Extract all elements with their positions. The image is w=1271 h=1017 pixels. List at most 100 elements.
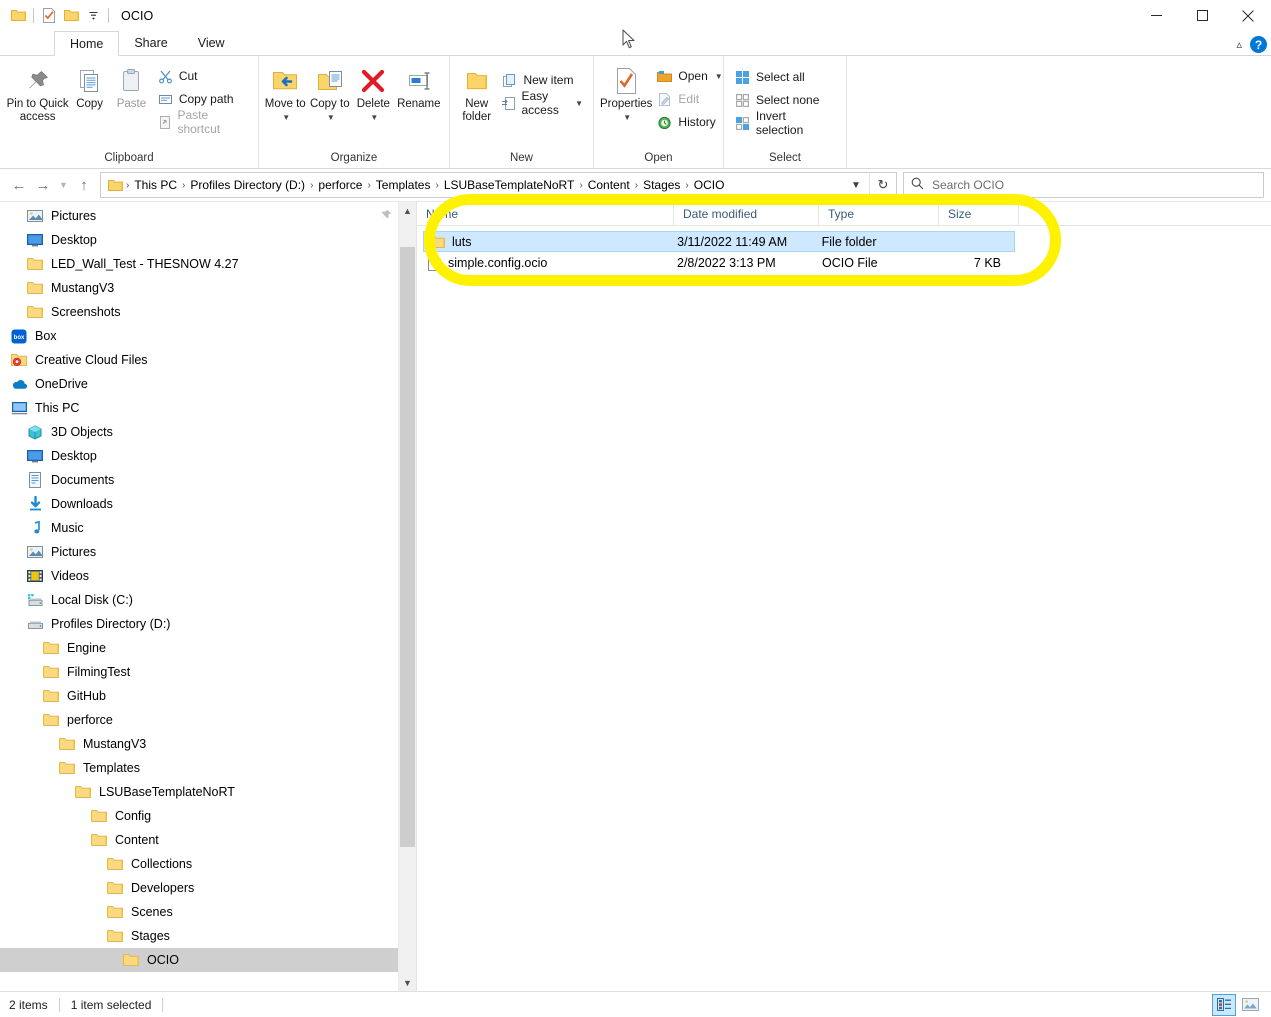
search-box[interactable] bbox=[903, 172, 1264, 198]
up-button[interactable]: ↑ bbox=[72, 173, 96, 197]
chevron-down-icon[interactable]: ▼ bbox=[327, 111, 335, 124]
folder-icon[interactable] bbox=[7, 5, 29, 27]
chevron-down-icon[interactable]: ▼ bbox=[843, 174, 869, 196]
select-none-button[interactable]: Select none bbox=[730, 89, 840, 111]
large-icons-view-button[interactable] bbox=[1239, 995, 1261, 1015]
column-header-name[interactable]: Name bbox=[417, 202, 674, 225]
breadcrumb-item-templates[interactable]: Templates bbox=[372, 178, 435, 192]
sidebar-item-content[interactable]: Content bbox=[0, 828, 398, 852]
sidebar-item-stages[interactable]: Stages bbox=[0, 924, 398, 948]
maximize-button[interactable] bbox=[1179, 0, 1225, 31]
sidebar-item-screenshots[interactable]: Screenshots bbox=[0, 300, 398, 324]
tab-view[interactable]: View bbox=[183, 31, 240, 55]
paste-button[interactable]: Paste bbox=[110, 60, 153, 111]
chevron-down-icon[interactable]: ▼ bbox=[715, 72, 723, 81]
close-button[interactable] bbox=[1225, 0, 1271, 31]
sidebar-item-this-pc[interactable]: This PC bbox=[0, 396, 398, 420]
sidebar-item-engine[interactable]: Engine bbox=[0, 636, 398, 660]
sidebar-item-desktop[interactable]: Desktop bbox=[0, 444, 398, 468]
search-input[interactable] bbox=[930, 177, 1256, 193]
rename-button[interactable]: Rename bbox=[395, 60, 443, 111]
navigation-pane-scrollbar[interactable]: ▲ ▼ bbox=[398, 202, 416, 991]
copy-path-button[interactable]: Copy path bbox=[153, 88, 252, 110]
help-icon[interactable]: ? bbox=[1250, 36, 1267, 53]
breadcrumb-item-content[interactable]: Content bbox=[584, 178, 634, 192]
easy-access-button[interactable]: Easy access ▼ bbox=[497, 89, 587, 117]
sidebar-item-box[interactable]: box Box bbox=[0, 324, 398, 348]
sidebar-item-pictures[interactable]: Pictures bbox=[0, 540, 398, 564]
select-all-button[interactable]: Select all bbox=[730, 66, 840, 88]
collapse-ribbon-icon[interactable]: ▵ bbox=[1236, 38, 1242, 51]
sidebar-item-lsubasetemplatenort[interactable]: LSUBaseTemplateNoRT bbox=[0, 780, 398, 804]
chevron-down-icon[interactable]: ▼ bbox=[370, 111, 378, 124]
sidebar-item-mustangv3[interactable]: MustangV3 bbox=[0, 732, 398, 756]
new-item-button[interactable]: New item bbox=[497, 69, 587, 91]
pin-to-quick-access-button[interactable]: Pin to Quick access bbox=[6, 60, 69, 124]
scroll-up-icon[interactable]: ▲ bbox=[399, 202, 416, 219]
sidebar-item-github[interactable]: GitHub bbox=[0, 684, 398, 708]
paste-shortcut-button[interactable]: Paste shortcut bbox=[153, 108, 252, 136]
properties-check-icon[interactable] bbox=[38, 5, 60, 27]
breadcrumb-item-perforce[interactable]: perforce bbox=[314, 178, 366, 192]
sidebar-item-onedrive[interactable]: OneDrive bbox=[0, 372, 398, 396]
sidebar-item-downloads[interactable]: Downloads bbox=[0, 492, 398, 516]
sidebar-item-ocio[interactable]: OCIO bbox=[0, 948, 398, 972]
table-row[interactable]: simple.config.ocio 2/8/2022 3:13 PM OCIO F… bbox=[423, 252, 1015, 273]
copy-button[interactable]: Copy bbox=[69, 60, 110, 111]
sidebar-item-led-wall-test-thesnow-4-27[interactable]: LED_Wall_Test - THESNOW 4.27 bbox=[0, 252, 398, 276]
breadcrumb-item-lsubasetemplatenort[interactable]: LSUBaseTemplateNoRT bbox=[440, 178, 579, 192]
column-header-date-modified[interactable]: Date modified bbox=[674, 202, 819, 225]
sidebar-item-music[interactable]: Music bbox=[0, 516, 398, 540]
sidebar-item-templates[interactable]: Templates bbox=[0, 756, 398, 780]
breadcrumb-item-stages[interactable]: Stages bbox=[639, 178, 684, 192]
column-header-type[interactable]: Type bbox=[819, 202, 939, 225]
cut-button[interactable]: Cut bbox=[153, 65, 252, 87]
column-header-size[interactable]: Size bbox=[939, 202, 1019, 225]
sidebar-item-creative-cloud-files[interactable]: Creative Cloud Files bbox=[0, 348, 398, 372]
sidebar-item-collections[interactable]: Collections bbox=[0, 852, 398, 876]
new-folder-icon[interactable] bbox=[60, 5, 82, 27]
sidebar-item-filmingtest[interactable]: FilmingTest bbox=[0, 660, 398, 684]
breadcrumb-item-ocio[interactable]: OCIO bbox=[690, 178, 729, 192]
sidebar-item-mustangv3[interactable]: MustangV3 bbox=[0, 276, 398, 300]
sidebar-item-documents[interactable]: Documents bbox=[0, 468, 398, 492]
sidebar-item-scenes[interactable]: Scenes bbox=[0, 900, 398, 924]
delete-button[interactable]: Delete ▼ bbox=[352, 60, 395, 124]
history-button[interactable]: History bbox=[652, 111, 726, 133]
chevron-down-icon[interactable]: ▼ bbox=[282, 111, 290, 124]
sidebar-item-profiles-directory-d[interactable]: Profiles Directory (D:) bbox=[0, 612, 398, 636]
copy-to-button[interactable]: Copy to ▼ bbox=[308, 60, 353, 124]
sidebar-item-local-disk-c[interactable]: Local Disk (C:) bbox=[0, 588, 398, 612]
tab-home[interactable]: Home bbox=[54, 31, 120, 56]
sidebar-item-perforce[interactable]: perforce bbox=[0, 708, 398, 732]
forward-button[interactable]: → bbox=[31, 173, 55, 197]
minimize-button[interactable] bbox=[1133, 0, 1179, 31]
refresh-icon[interactable]: ↻ bbox=[869, 174, 896, 196]
properties-button[interactable]: Properties ▼ bbox=[600, 60, 652, 124]
scroll-down-icon[interactable]: ▼ bbox=[399, 974, 416, 991]
recent-locations-button[interactable]: ▼ bbox=[55, 173, 72, 197]
chevron-down-icon[interactable]: ▼ bbox=[575, 99, 583, 108]
chevron-down-icon[interactable]: ▼ bbox=[623, 111, 631, 124]
sidebar-item-config[interactable]: Config bbox=[0, 804, 398, 828]
breadcrumb-bar[interactable]: › This PC › Profiles Directory (D:) › pe… bbox=[100, 172, 897, 198]
tab-share[interactable]: Share bbox=[119, 31, 182, 55]
breadcrumb-item-profiles-directory[interactable]: Profiles Directory (D:) bbox=[186, 178, 309, 192]
sidebar-item-3d-objects[interactable]: 3D Objects bbox=[0, 420, 398, 444]
sidebar-item-pictures[interactable]: Pictures bbox=[0, 204, 398, 228]
sidebar-item-videos[interactable]: Videos bbox=[0, 564, 398, 588]
customize-qat-chevron-icon[interactable] bbox=[82, 5, 104, 27]
edit-button[interactable]: Edit bbox=[652, 88, 726, 110]
scrollbar-thumb[interactable] bbox=[400, 247, 415, 847]
new-folder-button[interactable]: New folder bbox=[456, 60, 497, 124]
details-view-button[interactable] bbox=[1212, 993, 1236, 1016]
move-to-button[interactable]: Move to ▼ bbox=[263, 60, 308, 124]
breadcrumb-item-this-pc[interactable]: This PC bbox=[130, 178, 181, 192]
table-row[interactable]: luts 3/11/2022 11:49 AM File folder bbox=[423, 231, 1015, 252]
invert-selection-button[interactable]: Invert selection bbox=[730, 109, 840, 137]
sidebar-item-desktop[interactable]: Desktop bbox=[0, 228, 398, 252]
back-button[interactable]: ← bbox=[7, 173, 31, 197]
pin-icon[interactable] bbox=[380, 209, 392, 224]
sidebar-item-developers[interactable]: Developers bbox=[0, 876, 398, 900]
open-button[interactable]: Open ▼ bbox=[652, 65, 726, 87]
